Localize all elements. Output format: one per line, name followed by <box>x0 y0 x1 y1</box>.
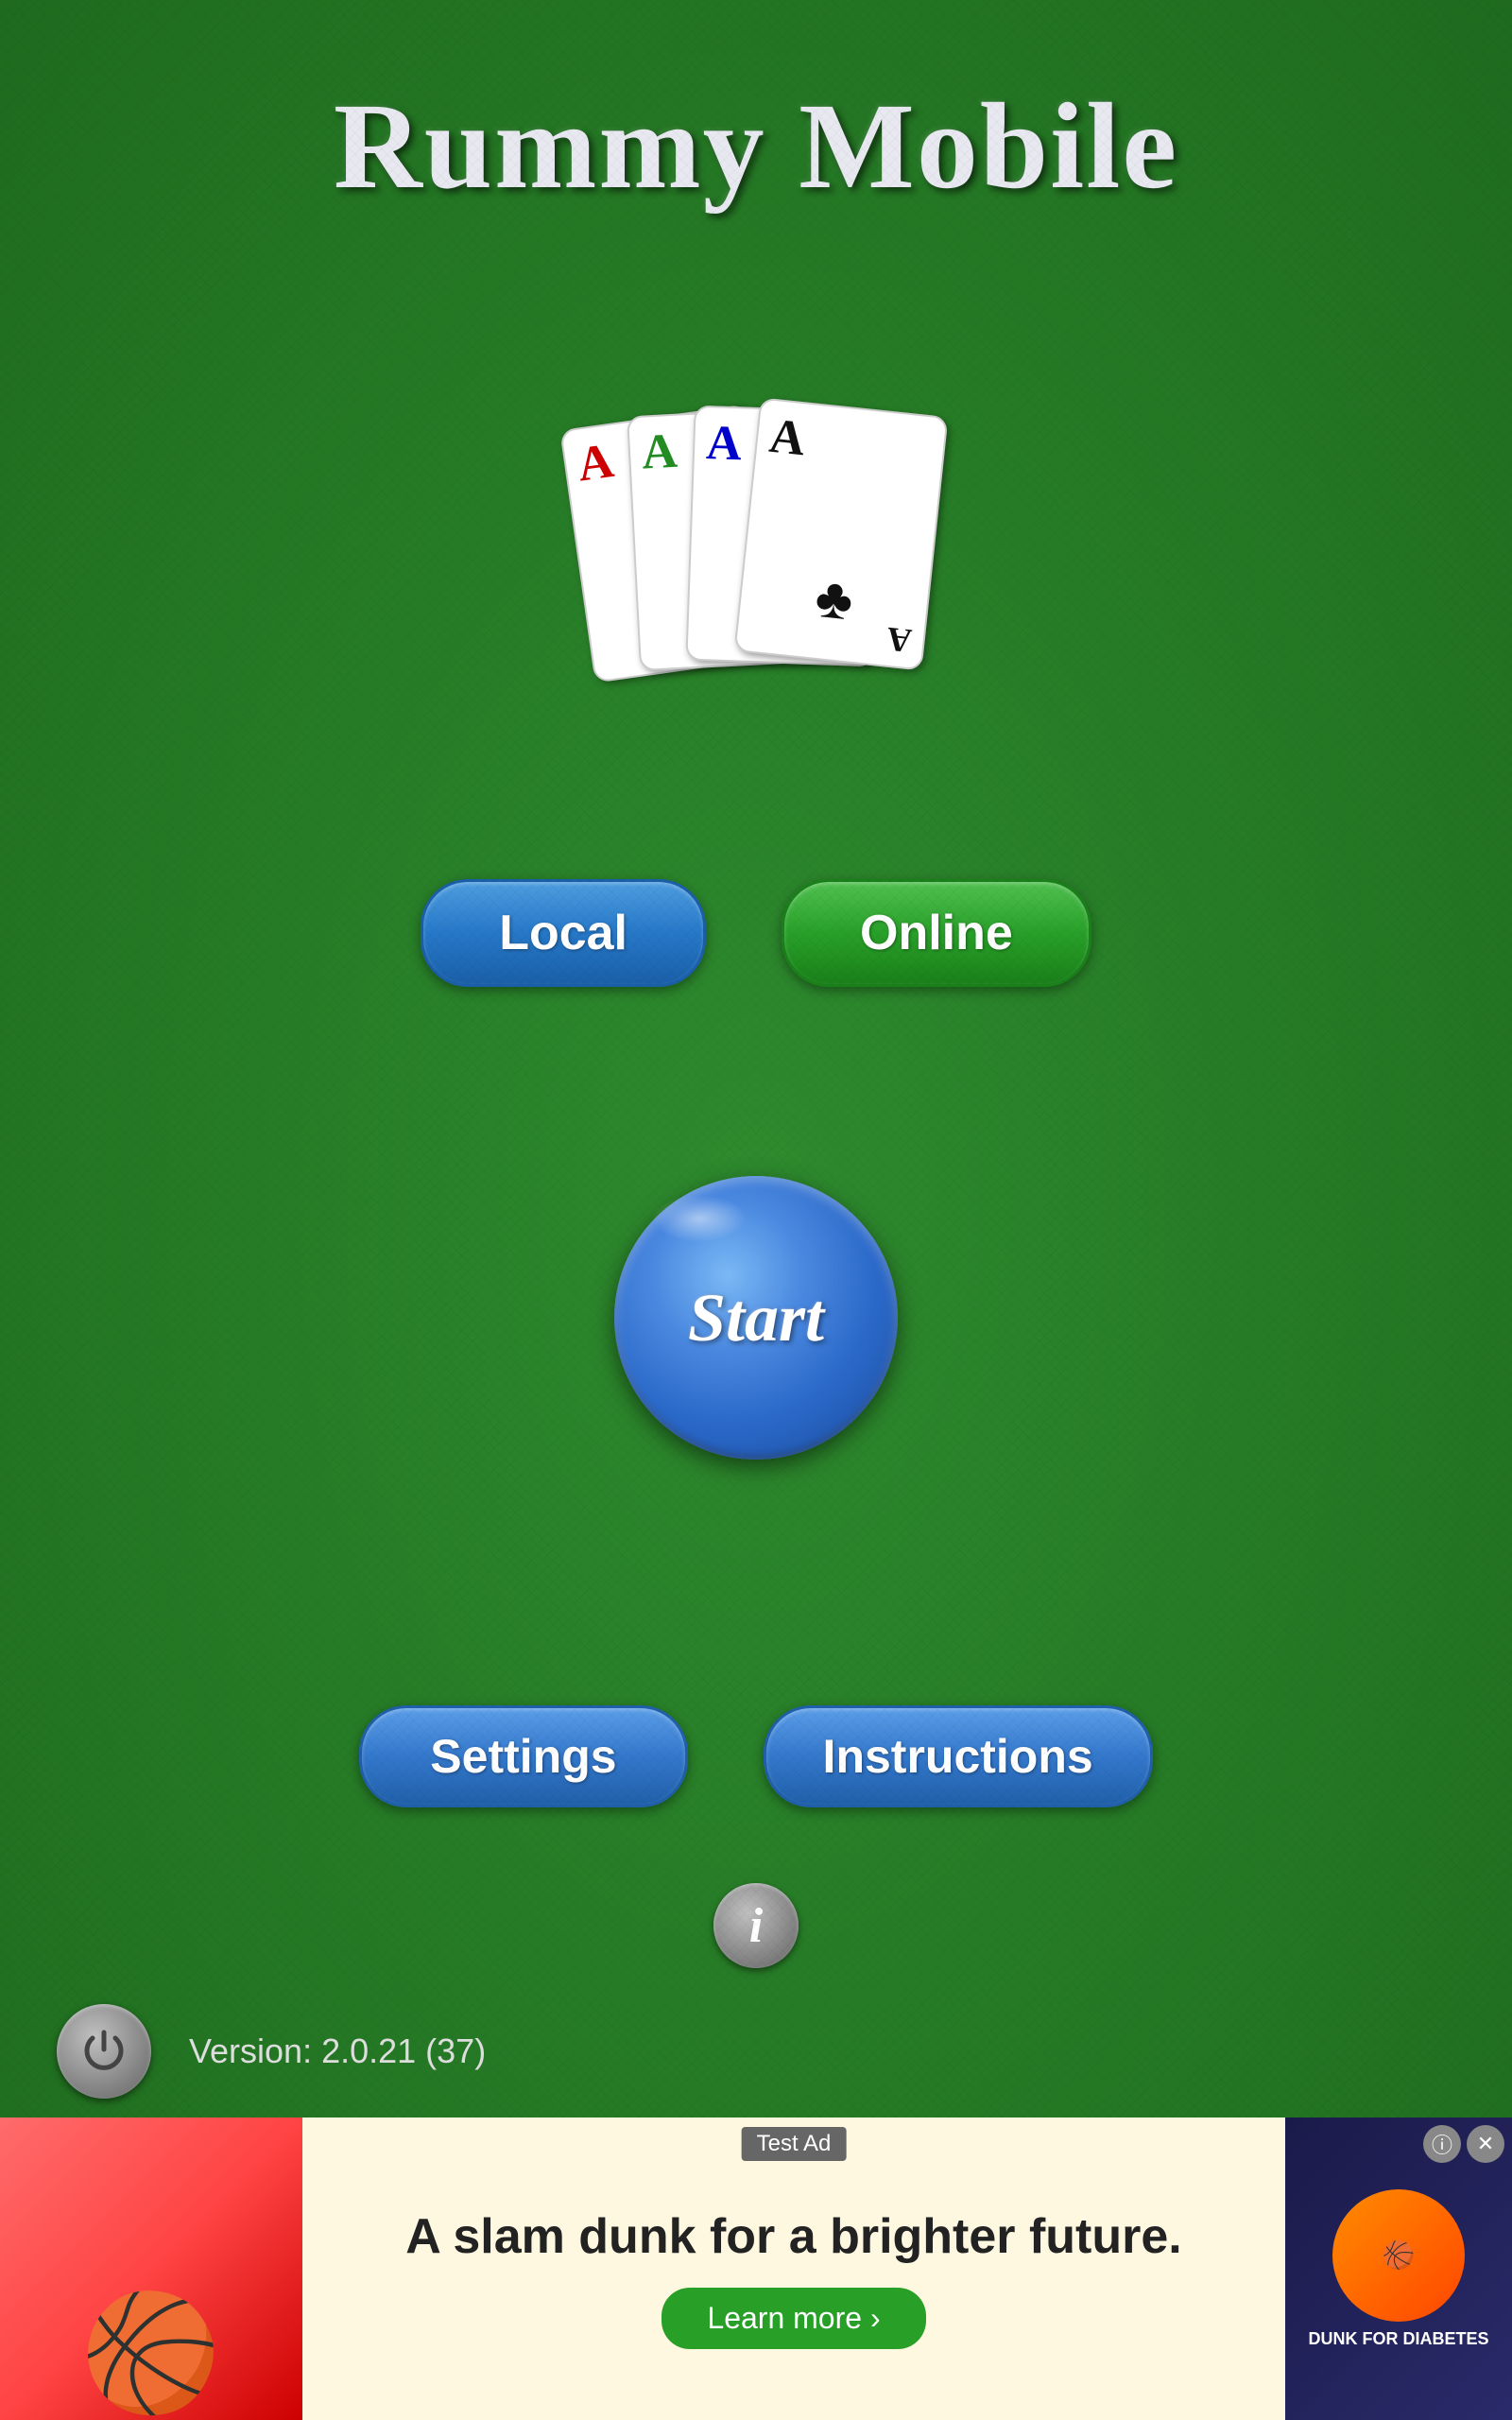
instructions-button[interactable]: Instructions <box>764 1705 1153 1807</box>
card-4-bottom: A <box>885 622 914 659</box>
card-4-suit: ♣ <box>813 564 856 633</box>
start-container: Start <box>0 1176 1512 1460</box>
version-text: Version: 2.0.21 (37) <box>189 2031 486 2071</box>
cards-illustration: A ♥ A A ♦ A A ♦ A A ♣ A <box>0 406 1512 671</box>
start-button[interactable]: Start <box>614 1176 898 1460</box>
action-buttons-row: Settings Instructions <box>0 1705 1512 1807</box>
ad-content: Test Ad A slam dunk for a brighter futur… <box>302 2118 1285 2420</box>
ad-logo: 🏀 <box>1332 2189 1465 2322</box>
online-button[interactable]: Online <box>782 879 1091 987</box>
local-button[interactable]: Local <box>421 879 706 987</box>
ad-logo-text: DUNK FOR DIABETES <box>1308 2329 1488 2349</box>
ad-right-section: 🏀 DUNK FOR DIABETES ⓘ ✕ <box>1285 2118 1512 2420</box>
info-icon[interactable]: i <box>713 1883 799 1968</box>
cards-group: A ♥ A A ♦ A A ♦ A A ♣ A <box>576 406 936 671</box>
settings-button[interactable]: Settings <box>359 1705 687 1807</box>
ad-close-button[interactable]: ✕ <box>1467 2125 1504 2163</box>
ad-corner-buttons: ⓘ ✕ <box>1423 2125 1504 2163</box>
ad-test-label: Test Ad <box>742 2127 847 2161</box>
ad-main-text: A slam dunk for a brighter future. <box>405 2208 1182 2265</box>
card-4: A ♣ A <box>733 397 948 670</box>
power-button[interactable] <box>57 2004 151 2099</box>
ad-banner: 🏀 Test Ad A slam dunk for a brighter fut… <box>0 2118 1512 2420</box>
ad-figure-icon: 🏀 <box>80 2288 221 2420</box>
power-icon-svg <box>77 2025 130 2078</box>
app-title: Rummy Mobile <box>0 0 1512 217</box>
card-4-letter: A <box>767 412 934 478</box>
ad-image: 🏀 <box>0 2118 302 2420</box>
ad-info-button[interactable]: ⓘ <box>1423 2125 1461 2163</box>
info-icon-container: i <box>0 1883 1512 1968</box>
ad-learn-more-button[interactable]: Learn more › <box>662 2288 925 2349</box>
ad-logo-icon: 🏀 <box>1383 2239 1416 2271</box>
mode-buttons-row: Local Online <box>0 879 1512 987</box>
bottom-section: Version: 2.0.21 (37) <box>57 2004 486 2099</box>
